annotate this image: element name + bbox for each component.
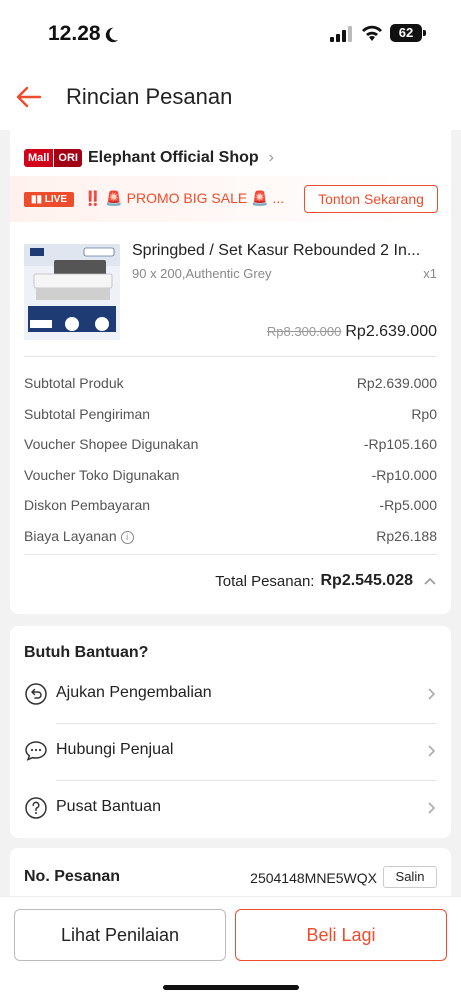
divider	[24, 554, 437, 555]
summary-label: Biaya Layanan	[24, 527, 117, 544]
summary-row-biaya-layanan: Biaya Layanan i Rp26.188	[24, 521, 437, 552]
watch-live-button[interactable]: Tonton Sekarang	[304, 185, 438, 213]
help-item-help-center[interactable]: Pusat Bantuan	[10, 780, 451, 837]
chevron-right-icon	[428, 802, 436, 814]
summary-row-subtotal-pengiriman: Subtotal Pengiriman Rp0	[24, 399, 437, 430]
product-image[interactable]	[24, 244, 120, 340]
buy-again-button[interactable]: Beli Lagi	[235, 909, 447, 961]
chevron-right-icon: ›	[268, 149, 274, 166]
help-card: Butuh Bantuan? Ajukan Pengembalian Hubun…	[10, 626, 451, 838]
order-number-label: No. Pesanan	[24, 868, 121, 885]
chat-icon	[25, 741, 47, 761]
summary-label-wrap: Biaya Layanan i	[24, 528, 134, 544]
back-arrow-icon[interactable]	[14, 82, 44, 112]
total-label: Total Pesanan:	[215, 572, 315, 590]
status-bar: 12.28 62	[0, 0, 461, 68]
question-icon	[25, 797, 47, 819]
summary-value: Rp2.639.000	[356, 375, 437, 392]
home-indicator	[163, 985, 299, 990]
order-card: Mall ORI Elephant Official Shop › ▮▮ LIV…	[10, 130, 451, 614]
summary-label: Diskon Pembayaran	[24, 497, 151, 514]
order-total-row[interactable]: Total Pesanan: Rp2.545.028	[215, 572, 437, 590]
return-icon	[25, 683, 47, 705]
product-photo	[24, 244, 120, 340]
payment-summary: Subtotal Produk Rp2.639.000 Subtotal Pen…	[24, 368, 437, 551]
current-price: Rp2.639.000	[345, 323, 437, 340]
summary-row-diskon-pembayaran: Diskon Pembayaran -Rp5.000	[24, 490, 437, 521]
status-time: 12.28	[48, 22, 101, 45]
summary-value: Rp26.188	[376, 527, 437, 544]
chevron-up-icon	[424, 577, 436, 585]
product-quantity: x1	[423, 266, 437, 281]
summary-row-voucher-shopee: Voucher Shopee Digunakan -Rp105.160	[24, 429, 437, 460]
mall-ori-badge: Mall ORI	[24, 149, 82, 167]
price-row: Rp8.300.000 Rp2.639.000	[267, 323, 437, 341]
product-title[interactable]: Springbed / Set Kasur Rebounded 2 In...	[132, 242, 438, 260]
product-variant: 90 x 200,Authentic Grey	[132, 266, 272, 281]
shop-name: Elephant Official Shop	[87, 149, 259, 166]
summary-value: -Rp5.000	[379, 497, 437, 514]
summary-value: -Rp105.160	[363, 436, 437, 453]
promo-text: ‼️ 🚨 PROMO BIG SALE 🚨 ...	[84, 190, 285, 206]
help-item-chat-seller[interactable]: Hubungi Penjual	[10, 723, 451, 780]
summary-value: Rp0	[411, 405, 437, 422]
live-promo-banner: ▮▮ LIVE ‼️ 🚨 PROMO BIG SALE 🚨 ... Tonton…	[10, 176, 451, 222]
battery-indicator: 62	[390, 24, 426, 42]
live-badge: ▮▮ LIVE	[24, 192, 74, 207]
help-title: Butuh Bantuan?	[24, 644, 149, 661]
summary-value: -Rp10.000	[371, 466, 437, 483]
chevron-right-icon	[428, 688, 436, 700]
summary-row-subtotal-produk: Subtotal Produk Rp2.639.000	[24, 368, 437, 399]
summary-row-voucher-toko: Voucher Toko Digunakan -Rp10.000	[24, 460, 437, 491]
view-review-button[interactable]: Lihat Penilaian	[14, 909, 226, 961]
shop-row[interactable]: Mall ORI Elephant Official Shop ›	[24, 146, 274, 170]
original-price: Rp8.300.000	[266, 324, 342, 339]
order-number-value: 2504148MNE5WQX	[250, 870, 377, 886]
summary-label: Voucher Shopee Digunakan	[24, 436, 199, 453]
chevron-right-icon	[428, 745, 436, 757]
info-icon[interactable]: i	[120, 530, 134, 544]
moon-icon	[105, 27, 119, 43]
help-item-label: Hubungi Penjual	[56, 741, 174, 758]
divider	[24, 356, 437, 357]
summary-label: Subtotal Pengiriman	[24, 405, 151, 422]
help-item-label: Pusat Bantuan	[56, 798, 161, 815]
help-item-label: Ajukan Pengembalian	[56, 684, 212, 701]
live-badge-label: LIVE	[44, 194, 68, 205]
mall-badge-label: Mall	[24, 149, 54, 167]
help-item-return[interactable]: Ajukan Pengembalian	[10, 666, 451, 723]
total-value: Rp2.545.028	[320, 572, 413, 589]
signal-icon	[330, 26, 352, 42]
copy-button[interactable]: Salin	[383, 866, 437, 888]
app-header: Rincian Pesanan	[0, 68, 461, 130]
summary-label: Subtotal Produk	[24, 375, 124, 392]
wifi-icon	[362, 25, 382, 41]
ori-badge-label: ORI	[53, 149, 82, 167]
summary-label: Voucher Toko Digunakan	[24, 466, 180, 483]
bottom-action-bar: Lihat Penilaian Beli Lagi	[0, 896, 461, 1000]
page-title: Rincian Pesanan	[66, 84, 233, 109]
